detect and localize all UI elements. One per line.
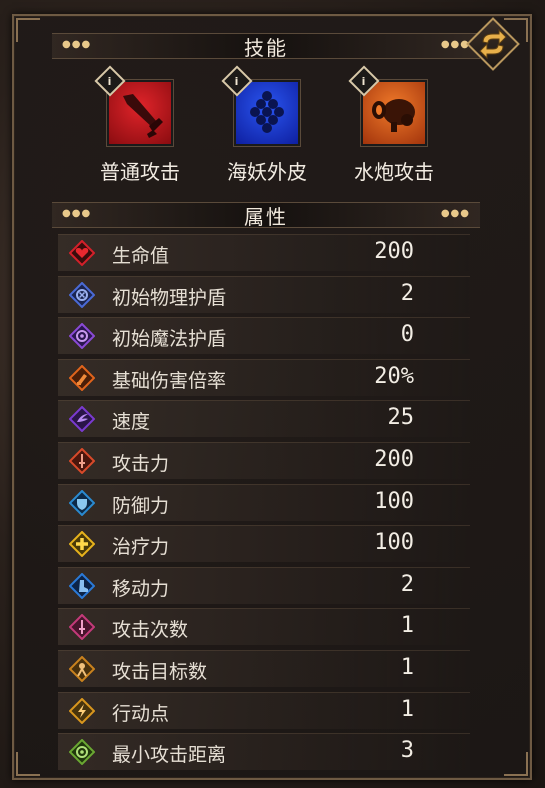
skills-title: 技能 [244,35,288,60]
attr-value: 200 [374,239,414,264]
water-cannon-icon [372,99,415,132]
attr-name: 最小攻击距离 [112,744,227,767]
skills-list: i 普通攻击 i 海妖外皮 i 水炮攻击 [80,65,460,192]
attr-name: 速度 [112,411,151,434]
attr-name: 行动点 [112,702,170,725]
attr-row-action-point: 行动点 1 [58,691,470,729]
skill-normal-attack[interactable]: i 普通攻击 [80,65,200,185]
frame-corner [504,752,528,776]
ornament-dots: ●●● [440,39,470,50]
attr-value: 25 [387,405,415,431]
scales-icon [250,91,284,133]
heal-icon [69,531,95,558]
attr-value: 100 [374,530,414,556]
attr-name: 防御力 [112,494,170,517]
ornament-dots: ●●● [62,208,92,219]
attr-row-min-range: 最小攻击距离 3 [58,733,470,771]
skill-icon-frame: i [348,65,427,146]
attr-value: 3 [400,738,414,764]
attr-value: 100 [374,488,414,514]
attr-name: 初始魔法护盾 [112,328,227,351]
attr-name: 移动力 [112,577,170,600]
swap-button[interactable] [466,17,520,71]
attr-row-attack: 攻击力 200 [58,441,470,479]
heart-icon [69,240,95,266]
attr-row-heal: 治疗力 100 [58,525,470,563]
attr-name: 攻击次数 [112,619,189,642]
frame-corner [16,752,40,776]
attr-row-hp: 生命值 200 [58,234,470,271]
attr-value: 1 [400,654,414,680]
attr-value: 2 [400,571,414,597]
attr-row-defense: 防御力 100 [58,483,470,521]
skill-label: 水炮攻击 [354,160,434,184]
speed-icon [69,406,95,433]
frame-corner [16,18,40,42]
attr-row-move: 移动力 2 [58,566,470,604]
magic-shield-icon [69,323,95,350]
attributes-header: ●●● 属性 ●●● [52,202,480,229]
attr-name: 治疗力 [112,536,170,559]
ornament-dots: ●●● [440,208,470,219]
attr-value: 20% [374,363,414,389]
physical-shield-icon [69,281,95,308]
attr-value: 1 [400,696,414,722]
skill-water-cannon[interactable]: i 水炮攻击 [334,65,454,185]
skill-icon-frame: i [221,65,300,146]
attr-value: 0 [400,322,414,348]
attack-icon [69,447,95,474]
ornament-dots: ●●● [62,39,92,50]
skill-label: 普通攻击 [100,160,180,184]
target-count-icon [69,655,95,682]
attr-name: 生命值 [112,245,170,267]
attr-name: 攻击目标数 [112,660,208,683]
sword-strike-icon [123,94,163,138]
swap-arrows-icon [479,28,507,60]
damage-multiplier-icon [69,364,95,391]
attr-row-damage-multiplier: 基础伤害倍率 20% [58,358,470,396]
attr-row-physical-shield: 初始物理护盾 2 [58,275,470,313]
attr-row-speed: 速度 25 [58,400,470,438]
attr-value: 2 [400,280,414,306]
min-range-icon [69,739,95,766]
boot-icon [69,572,95,599]
attr-name: 攻击力 [112,452,170,475]
skill-icon-frame: i [94,65,173,146]
attributes-title: 属性 [244,204,288,229]
action-point-icon [69,697,95,724]
attack-count-icon [69,614,95,641]
attr-name: 初始物理护盾 [112,286,227,309]
skill-label: 海妖外皮 [227,160,307,184]
attributes-list: 生命值 200 初始物理护盾 2 初始魔法护盾 0 基础伤害倍率 20% 速度 … [58,234,470,775]
attr-row-attack-count: 攻击次数 1 [58,608,470,646]
attr-row-magic-shield: 初始魔法护盾 0 [58,317,470,355]
skill-siren-skin[interactable]: i 海妖外皮 [207,65,327,185]
skills-header: ●●● 技能 ●●● [52,33,480,60]
defense-icon [69,489,95,516]
attr-row-target-count: 攻击目标数 1 [58,649,470,687]
attr-value: 200 [374,446,414,472]
attr-value: 1 [400,613,414,639]
attr-name: 基础伤害倍率 [112,369,227,392]
